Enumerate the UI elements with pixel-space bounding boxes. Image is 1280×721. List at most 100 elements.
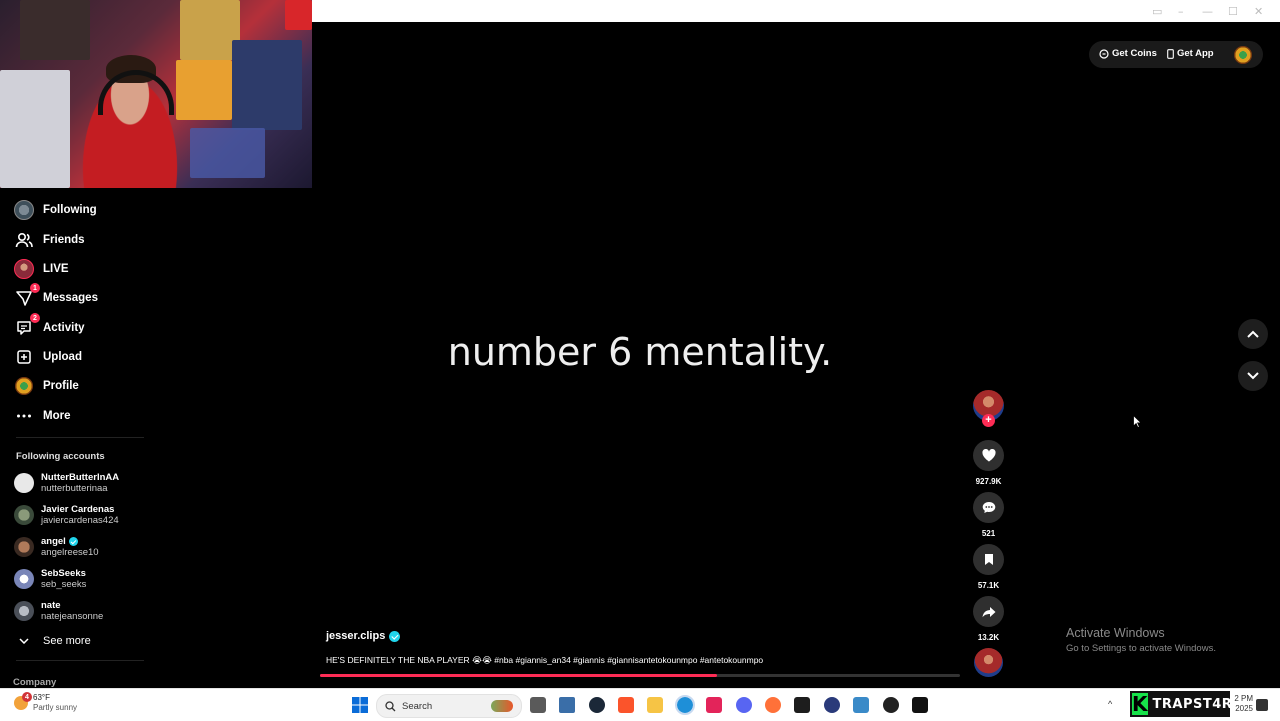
upload-icon xyxy=(14,347,34,367)
sidebar-item-activity[interactable]: 2 Activity xyxy=(14,313,85,340)
tiktok-studio-icon[interactable] xyxy=(706,697,722,713)
edge-icon[interactable] xyxy=(675,695,695,715)
account-handle: seb_seeks xyxy=(41,579,87,590)
account-name: Javier Cardenas xyxy=(41,504,115,515)
taskbar-clock[interactable]: 2 PM 2025 xyxy=(1233,694,1253,714)
clock-date: 2025 xyxy=(1235,704,1253,713)
activate-windows-title: Activate Windows xyxy=(1066,626,1165,640)
company-link[interactable]: Company xyxy=(13,677,56,688)
account-item[interactable]: nate natejeansonne xyxy=(14,596,103,626)
share-button[interactable] xyxy=(973,596,1004,627)
avatar xyxy=(14,505,34,525)
sidebar-item-live[interactable]: LIVE xyxy=(14,257,69,281)
account-name: SebSeeks xyxy=(41,568,86,579)
divider xyxy=(16,437,144,438)
search-highlight-icon xyxy=(491,700,513,712)
close-icon[interactable]: ✕ xyxy=(1254,5,1263,18)
sidebar-item-profile[interactable]: Profile xyxy=(14,374,79,398)
weather-icon: 4 xyxy=(14,692,32,710)
sidebar-item-friends[interactable]: Friends xyxy=(14,228,85,252)
account-handle: natejeansonne xyxy=(41,611,104,622)
account-item[interactable]: NutterButterInAA nutterbutterinaa xyxy=(14,468,119,498)
following-avatar-icon xyxy=(14,200,34,220)
window-icon[interactable]: ▭ xyxy=(1152,5,1162,18)
sidebar-item-messages[interactable]: 1 Messages xyxy=(14,283,98,310)
weather-widget[interactable]: 4 63°F Partly sunny xyxy=(14,692,77,713)
comment-icon xyxy=(982,502,995,513)
minimize-icon[interactable]: — xyxy=(1202,5,1213,18)
save-button[interactable] xyxy=(973,544,1004,575)
like-button[interactable] xyxy=(973,440,1004,471)
sidebar-item-upload[interactable]: Upload xyxy=(14,345,82,369)
account-handle: javiercardenas424 xyxy=(41,515,119,526)
account-item[interactable]: Javier Cardenas javiercardenas424 xyxy=(14,500,119,530)
divider xyxy=(16,660,144,661)
previous-video-button[interactable] xyxy=(1238,319,1268,349)
app-icon[interactable] xyxy=(824,697,840,713)
account-handle: angelreese10 xyxy=(41,547,99,558)
share-icon xyxy=(982,606,995,617)
tiktok-icon[interactable] xyxy=(912,697,928,713)
notification-icon[interactable] xyxy=(1256,699,1268,711)
video-progress-bar[interactable] xyxy=(320,674,960,677)
profile-avatar-icon xyxy=(14,376,34,396)
streamer-brand-logo: K TRAPST4R xyxy=(1130,691,1233,717)
sidebar-item-following[interactable]: Following xyxy=(14,198,97,222)
bookmark-icon xyxy=(984,554,993,565)
mouse-cursor-icon xyxy=(1133,415,1142,428)
monitor-glow xyxy=(190,128,265,178)
share-count: 13.2K xyxy=(977,633,1000,642)
account-item[interactable]: angel angelreese10 xyxy=(14,532,99,562)
brave-icon[interactable] xyxy=(618,697,634,713)
following-accounts-title: Following accounts xyxy=(16,451,105,462)
firefox-icon[interactable] xyxy=(765,697,781,713)
account-name: angel xyxy=(41,536,66,547)
author-name[interactable]: jesser.clips xyxy=(326,630,385,642)
account-item[interactable]: SebSeeks seb_seeks xyxy=(14,564,86,594)
get-coins-button[interactable]: Get Coins xyxy=(1099,48,1157,59)
avatar xyxy=(14,601,34,621)
more-icon xyxy=(14,406,34,426)
obs-icon[interactable] xyxy=(883,697,899,713)
poster xyxy=(285,0,312,30)
brand-name: TRAPST4R xyxy=(1152,696,1233,712)
comment-count: 521 xyxy=(981,529,996,538)
poster xyxy=(20,0,90,60)
maximize-icon[interactable]: ☐ xyxy=(1228,5,1238,18)
avatar xyxy=(14,569,34,589)
back-icon[interactable]: – xyxy=(1178,5,1184,18)
verified-icon xyxy=(68,537,78,546)
activity-icon: 2 xyxy=(14,313,40,338)
chevron-up-icon[interactable]: ^ xyxy=(1108,699,1112,709)
steam-icon[interactable] xyxy=(589,697,605,713)
user-avatar[interactable] xyxy=(1234,46,1252,64)
avatar xyxy=(14,537,34,557)
windows-start-icon[interactable] xyxy=(352,697,368,713)
follow-plus-icon[interactable]: + xyxy=(982,414,995,427)
search-icon xyxy=(385,700,396,711)
nvidia-icon[interactable] xyxy=(794,697,810,713)
file-explorer-icon[interactable] xyxy=(647,697,663,713)
friends-icon xyxy=(14,230,34,250)
sidebar-item-more[interactable]: More xyxy=(14,404,70,428)
taskbar-search-input[interactable]: Search xyxy=(376,694,522,718)
music-disc-avatar[interactable] xyxy=(974,648,1003,677)
account-name-row: angel xyxy=(41,536,99,547)
poster xyxy=(180,0,240,60)
weather-temp: 63°F xyxy=(33,693,50,702)
comment-button[interactable] xyxy=(973,492,1004,523)
clock-time: 2 PM xyxy=(1234,694,1253,703)
chevron-down-icon xyxy=(14,631,34,651)
video-author[interactable]: jesser.clips xyxy=(326,630,401,642)
task-view-icon[interactable] xyxy=(530,697,546,713)
weather-badge: 4 xyxy=(22,692,32,702)
next-video-button[interactable] xyxy=(1238,361,1268,391)
video-description: HE'S DEFINITELY THE NBA PLAYER 😭😭 #nba #… xyxy=(326,655,764,665)
windows-taskbar: 4 63°F Partly sunny Search ^ K TRAPST4R … xyxy=(0,688,1280,721)
app-icon[interactable] xyxy=(853,697,869,713)
see-more-button[interactable]: See more xyxy=(14,629,91,653)
get-app-button[interactable]: Get App xyxy=(1167,48,1214,59)
heart-icon xyxy=(981,449,996,462)
notepad-icon[interactable] xyxy=(559,697,575,713)
discord-icon[interactable] xyxy=(736,697,752,713)
